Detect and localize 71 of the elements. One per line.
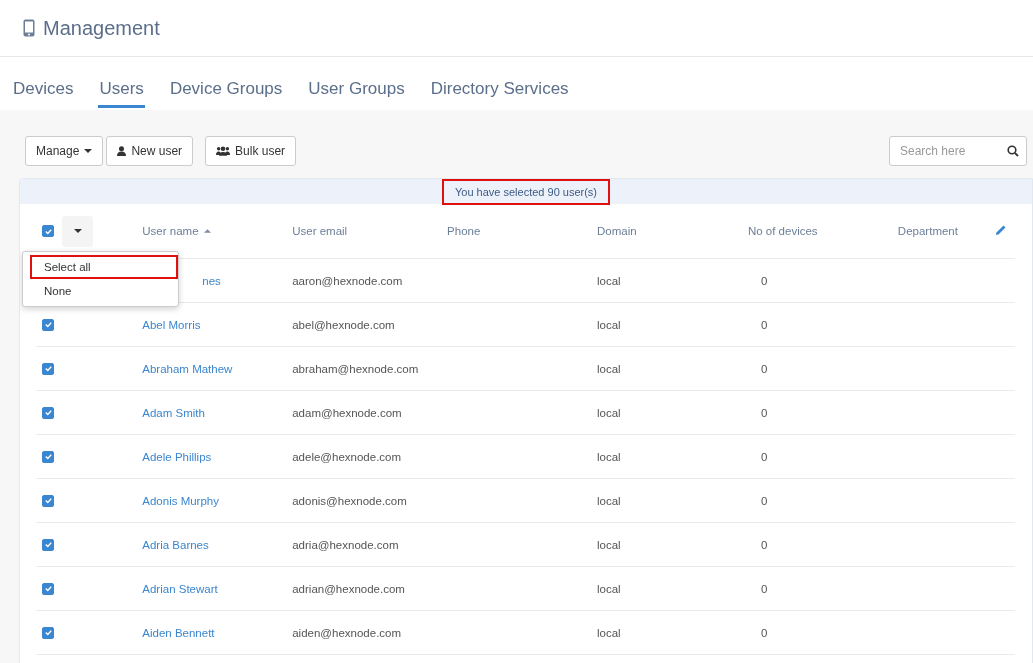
domain-cell: local [597, 494, 621, 507]
row-checkbox[interactable] [42, 538, 54, 551]
column-header[interactable]: Department [897, 225, 958, 237]
toolbar-button[interactable]: New user [106, 136, 194, 166]
row-checkbox[interactable] [42, 494, 54, 507]
user-name-link[interactable]: nes [202, 274, 221, 287]
menu-item[interactable]: Select all [30, 255, 178, 279]
device-count-cell: 0 [760, 406, 768, 419]
row-checkbox[interactable] [42, 362, 54, 375]
device-count-cell: 0 [760, 626, 768, 639]
column-header[interactable]: User email [292, 225, 348, 237]
column-header[interactable]: No of devices [747, 225, 818, 237]
caret-icon [84, 149, 93, 153]
email-cell: abraham@hexnode.com [292, 362, 419, 375]
email-cell: aiden@hexnode.com [292, 626, 402, 639]
column-header[interactable]: User name [142, 225, 211, 237]
domain-cell: local [597, 626, 621, 639]
row-checkbox[interactable] [42, 318, 54, 331]
menu-item[interactable]: None [30, 279, 178, 303]
user-icon [117, 146, 127, 156]
domain-cell: local [597, 582, 621, 595]
email-cell: adria@hexnode.com [292, 538, 399, 551]
user-name-link[interactable]: Adele Phillips [142, 450, 212, 463]
domain-cell: local [597, 362, 621, 375]
tab[interactable]: Device Groups [168, 79, 284, 108]
user-name-link[interactable]: Adrian Stewart [142, 582, 218, 595]
domain-cell: local [597, 274, 621, 287]
email-cell: adrian@hexnode.com [292, 582, 405, 595]
user-name-link[interactable]: Adonis Murphy [142, 494, 219, 507]
device-count-cell: 0 [760, 450, 768, 463]
email-cell: aaron@hexnode.com [292, 274, 403, 287]
phone-icon [23, 19, 35, 37]
email-cell: abel@hexnode.com [292, 318, 395, 331]
select-all-checkbox[interactable] [42, 225, 54, 237]
row-checkbox[interactable] [42, 406, 54, 419]
search-icon [1007, 145, 1019, 157]
domain-cell: local [597, 406, 621, 419]
sort-icon [203, 229, 211, 233]
email-cell: adam@hexnode.com [292, 406, 402, 419]
toolbar-button[interactable]: Bulk user [205, 136, 297, 166]
page-title: Management [43, 16, 160, 40]
row-checkbox[interactable] [42, 450, 54, 463]
email-cell: adonis@hexnode.com [292, 494, 407, 507]
pencil-icon[interactable] [995, 224, 1008, 236]
tab[interactable]: User Groups [307, 79, 406, 108]
column-header[interactable]: Domain [597, 225, 637, 237]
user-name-link[interactable]: Aiden Bennett [142, 626, 215, 639]
device-count-cell: 0 [760, 318, 768, 331]
user-name-link[interactable]: Abraham Mathew [142, 362, 233, 375]
domain-cell: local [597, 318, 621, 331]
email-cell: adele@hexnode.com [292, 450, 402, 463]
column-header[interactable]: Phone [447, 225, 481, 237]
search-field[interactable]: Search here [889, 136, 1027, 166]
user-name-link[interactable]: Adam Smith [142, 406, 205, 419]
domain-cell: local [597, 450, 621, 463]
device-count-cell: 0 [760, 538, 768, 551]
row-checkbox[interactable] [42, 582, 54, 595]
tab[interactable]: Directory Services [429, 79, 570, 108]
selection-message: You have selected 90 user(s) [441, 179, 611, 205]
user-name-link[interactable]: Abel Morris [142, 318, 201, 331]
device-count-cell: 0 [760, 274, 768, 287]
device-count-cell: 0 [760, 582, 768, 595]
row-checkbox[interactable] [42, 626, 54, 639]
device-count-cell: 0 [760, 362, 768, 375]
users-icon [216, 146, 231, 156]
device-count-cell: 0 [760, 494, 768, 507]
caret-icon [73, 229, 82, 233]
domain-cell: local [597, 538, 621, 551]
tab[interactable]: Devices [12, 79, 75, 108]
toolbar-button[interactable]: Manage [25, 136, 104, 166]
user-name-link[interactable]: Adria Barnes [142, 538, 209, 551]
